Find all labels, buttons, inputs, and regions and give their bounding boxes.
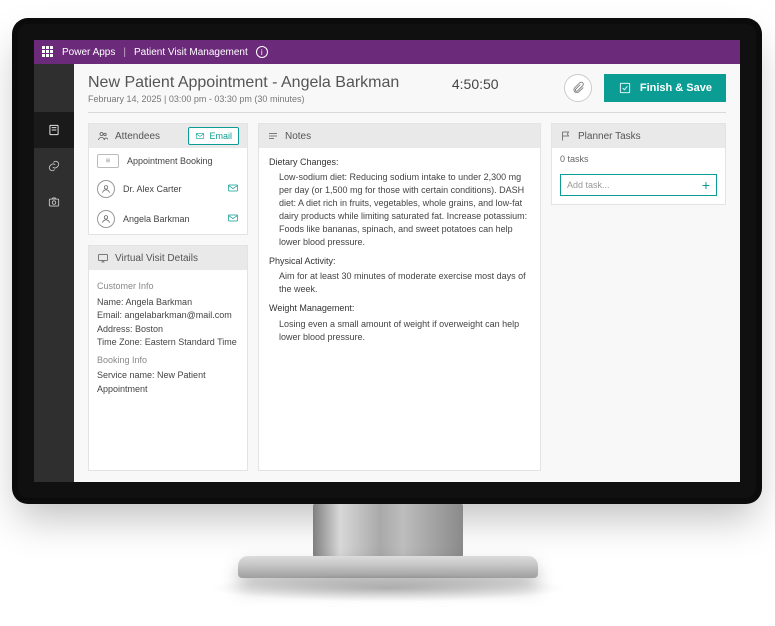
notes-icon xyxy=(267,130,279,142)
monitor-stand-neck xyxy=(313,504,463,562)
notes-title: Notes xyxy=(285,131,311,142)
info-icon[interactable]: i xyxy=(256,46,268,58)
top-bar: Power Apps | Patient Visit Management i xyxy=(34,40,740,64)
mail-icon[interactable] xyxy=(227,182,239,196)
elapsed-timer: 4:50:50 xyxy=(452,76,552,92)
monitor-shadow xyxy=(208,574,568,602)
planner-title: Planner Tasks xyxy=(578,131,641,142)
attendee-row: Angela Barkman xyxy=(89,204,247,234)
attach-button[interactable] xyxy=(564,74,592,102)
page-subtitle: February 14, 2025 | 03:00 pm - 03:30 pm … xyxy=(88,94,440,104)
page-header: New Patient Appointment - Angela Barkman… xyxy=(88,74,726,113)
finish-save-label: Finish & Save xyxy=(640,82,712,94)
separator: | xyxy=(123,47,126,58)
flag-icon xyxy=(560,130,572,142)
planner-panel: Planner Tasks 0 tasks Add task... + xyxy=(551,123,726,205)
notes-panel: Notes Dietary Changes: Low-sodium diet: … xyxy=(258,123,541,471)
nav-notes-icon[interactable] xyxy=(34,112,74,148)
nav-camera-icon[interactable] xyxy=(34,184,74,220)
monitor-icon xyxy=(97,252,109,264)
customer-info-label: Customer Info xyxy=(97,280,239,294)
side-rail xyxy=(34,64,74,482)
virtual-visit-panel: Virtual Visit Details Customer Info Name… xyxy=(88,245,248,471)
attendees-icon xyxy=(97,130,109,142)
nav-link-icon[interactable] xyxy=(34,148,74,184)
page-title: New Patient Appointment - Angela Barkman xyxy=(88,74,440,92)
booking-service-icon: ⊞ xyxy=(97,154,119,168)
person-icon xyxy=(97,210,115,228)
monitor-frame: Power Apps | Patient Visit Management i … xyxy=(18,24,756,498)
email-attendees-button[interactable]: Email xyxy=(188,127,239,145)
task-count: 0 tasks xyxy=(552,148,725,170)
attendees-title: Attendees xyxy=(115,131,160,142)
screen: Power Apps | Patient Visit Management i … xyxy=(34,40,740,482)
finish-save-button[interactable]: Finish & Save xyxy=(604,74,726,102)
attendee-row: Dr. Alex Carter xyxy=(89,174,247,204)
top-app-name: Patient Visit Management xyxy=(134,47,248,58)
attendee-row: ⊞ Appointment Booking xyxy=(89,148,247,174)
plus-icon: + xyxy=(702,177,710,193)
booking-info-label: Booking Info xyxy=(97,354,239,368)
notes-body[interactable]: Dietary Changes: Low-sodium diet: Reduci… xyxy=(259,148,540,358)
add-task-placeholder: Add task... xyxy=(567,180,610,190)
virtual-visit-title: Virtual Visit Details xyxy=(115,253,198,264)
mail-icon[interactable] xyxy=(227,212,239,226)
main-area: New Patient Appointment - Angela Barkman… xyxy=(74,64,740,482)
top-brand: Power Apps xyxy=(62,47,115,58)
app-launcher-icon[interactable] xyxy=(42,46,54,58)
attendees-panel: Attendees Email ⊞ Appointment Booking xyxy=(88,123,248,235)
person-icon xyxy=(97,180,115,198)
add-task-input[interactable]: Add task... + xyxy=(560,174,717,196)
